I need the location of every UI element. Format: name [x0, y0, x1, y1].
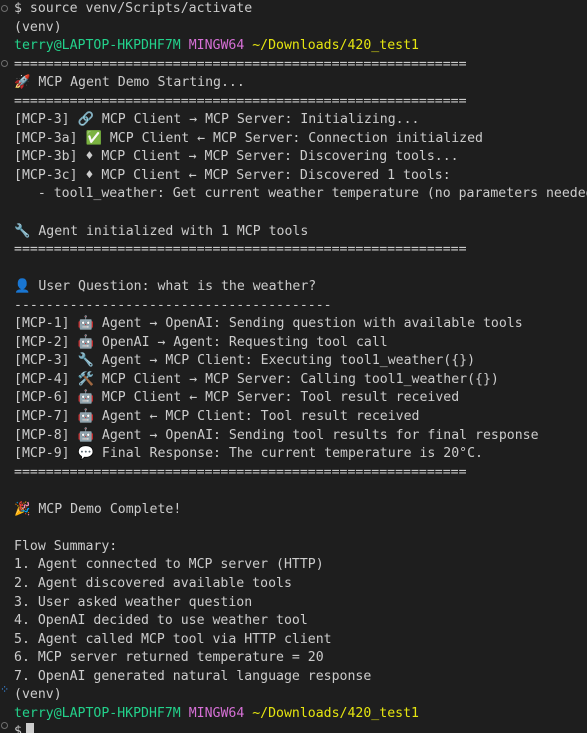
command-decoration-icon[interactable] — [1, 60, 8, 67]
output-line: 1. Agent connected to MCP server (HTTP) — [14, 557, 324, 573]
output-line: 3. User asked weather question — [14, 594, 253, 610]
output-line: [MCP-3b] ♦ MCP Client → MCP Server: Disc… — [14, 149, 459, 165]
output-line: 👤 User Question: what is the weather? — [14, 279, 317, 295]
prompt-shell: MINGW64 — [188, 38, 245, 54]
prompt-line: terry@LAPTOP-HKPDHF7M MINGW64 ~/Download… — [14, 705, 587, 724]
output-line: ========================================… — [14, 93, 467, 109]
output-line: ---------------------------------------- — [14, 297, 332, 313]
output-line: [MCP-3] 🔗 MCP Client → MCP Server: Initi… — [14, 112, 420, 128]
output-line: (venv) — [14, 19, 62, 35]
output-line: [MCP-8] 🤖 Agent → OpenAI: Sending tool r… — [14, 427, 539, 443]
terminal-cursor[interactable] — [25, 723, 34, 733]
prompt-symbol: $ — [14, 724, 22, 733]
output-line — [14, 204, 587, 223]
output-line: [MCP-2] 🤖 OpenAI → Agent: Requesting too… — [14, 334, 388, 350]
prompt-shell: MINGW64 — [188, 705, 245, 721]
prompt-user: terry@LAPTOP-HKPDHF7M — [14, 38, 181, 54]
output-line — [14, 519, 587, 538]
output-line: 6. MCP server returned temperature = 20 — [14, 650, 324, 666]
output-line: [MCP-7] 🤖 Agent ← MCP Client: Tool resul… — [14, 409, 420, 425]
output-line: [MCP-1] 🤖 Agent → OpenAI: Sending questi… — [14, 316, 523, 332]
output-line: - tool1_weather: Get current weather tem… — [14, 186, 587, 202]
output-line: 🚀 MCP Agent Demo Starting... — [14, 75, 245, 91]
output-line: 2. Agent discovered available tools — [14, 575, 292, 591]
terminal-output: $ source venv/Scripts/activate (venv) te… — [14, 0, 587, 733]
output-line: ========================================… — [14, 56, 467, 72]
output-line: ========================================… — [14, 242, 467, 258]
output-line: 🎉 MCP Demo Complete! — [14, 501, 182, 517]
input-line[interactable]: $ — [14, 723, 587, 733]
command-decoration-icon[interactable] — [1, 722, 8, 729]
terminal-window[interactable]: ⁘ $ source venv/Scripts/activate (venv) … — [0, 0, 587, 733]
output-line: (venv) — [14, 687, 62, 703]
prompt-path: ~/Downloads/420_test1 — [252, 38, 419, 54]
output-line: [MCP-3] 🔧 Agent → MCP Client: Executing … — [14, 353, 476, 369]
output-line: 7. OpenAI generated natural language res… — [14, 668, 372, 684]
sparkle-icon: ⁘ — [0, 683, 10, 696]
output-line: Flow Summary: — [14, 538, 118, 554]
command-line: $ source venv/Scripts/activate — [14, 1, 253, 16]
output-line: ========================================… — [14, 464, 467, 480]
output-line: [MCP-4] 🛠️ MCP Client → MCP Server: Call… — [14, 371, 499, 387]
output-line: 5. Agent called MCP tool via HTTP client — [14, 631, 332, 647]
prompt-path: ~/Downloads/420_test1 — [252, 705, 419, 721]
output-line: 4. OpenAI decided to use weather tool — [14, 613, 308, 629]
terminal-gutter: ⁘ — [0, 0, 12, 733]
output-line: [MCP-3a] ✅ MCP Client ← MCP Server: Conn… — [14, 130, 483, 146]
output-line: [MCP-9] 💬 Final Response: The current te… — [14, 446, 483, 462]
prompt-user: terry@LAPTOP-HKPDHF7M — [14, 705, 181, 721]
output-line — [14, 260, 587, 279]
command-decoration-icon[interactable] — [1, 5, 8, 12]
output-line: [MCP-3c] ♦ MCP Client ← MCP Server: Disc… — [14, 167, 451, 183]
output-line — [14, 482, 587, 501]
prompt-line: terry@LAPTOP-HKPDHF7M MINGW64 ~/Download… — [14, 37, 587, 56]
output-line: 🔧 Agent initialized with 1 MCP tools — [14, 223, 309, 239]
output-line: [MCP-6] 🤖 MCP Client ← MCP Server: Tool … — [14, 390, 460, 406]
